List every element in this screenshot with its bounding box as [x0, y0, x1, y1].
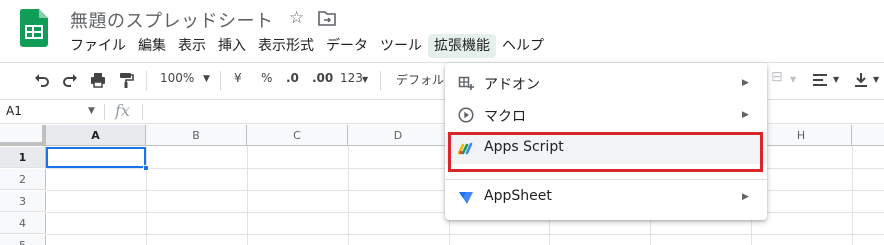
column-header-a[interactable]: A [46, 125, 146, 146]
add-on-icon [458, 76, 474, 90]
row-header-4[interactable]: 4 [0, 213, 46, 234]
name-box[interactable]: A1 [6, 104, 22, 118]
move-to-folder-icon[interactable] [318, 10, 336, 26]
horizontal-align-arrow-icon[interactable]: ▼ [833, 75, 839, 84]
menu-item-addons[interactable]: アドオン ▶ [445, 67, 767, 99]
zoom-select[interactable]: 100% [160, 71, 194, 85]
menu-item-appsheet-label: AppSheet [484, 188, 552, 204]
row-header-2[interactable]: 2 [0, 169, 46, 190]
column-header-c[interactable]: C [247, 125, 348, 146]
vertical-align-arrow-icon[interactable]: ▼ [873, 75, 879, 84]
vertical-align-icon[interactable] [853, 72, 869, 88]
increase-decimal-button[interactable]: .00 [312, 71, 333, 85]
menu-tools[interactable]: ツール [374, 34, 428, 58]
submenu-arrow-icon: ▶ [742, 110, 749, 120]
column-header-i[interactable] [852, 125, 884, 146]
menu-extensions[interactable]: 拡張機能 [428, 34, 496, 58]
sheets-logo-icon[interactable] [20, 9, 48, 47]
select-all-corner[interactable] [0, 125, 46, 146]
menu-item-addons-label: アドオン [484, 77, 540, 93]
fx-icon: fx [115, 101, 130, 120]
menu-divider [445, 179, 767, 180]
name-box-dropdown-icon[interactable]: ▼ [88, 106, 95, 116]
menu-data[interactable]: データ [320, 34, 374, 58]
merge-arrow-icon[interactable]: ▼ [790, 75, 796, 84]
play-circle-icon [458, 107, 474, 123]
print-icon[interactable] [90, 72, 106, 88]
fill-handle[interactable] [143, 165, 149, 171]
currency-format-button[interactable]: ¥ [234, 71, 242, 85]
more-formats-arrow-icon[interactable]: ▼ [362, 75, 368, 84]
menu-item-macros-label: マクロ [484, 109, 526, 125]
decrease-decimal-button[interactable]: .0 [286, 71, 299, 85]
merge-cells-icon[interactable]: ⊟ [771, 69, 783, 85]
menu-help[interactable]: ヘルプ [496, 34, 550, 58]
submenu-arrow-icon: ▶ [742, 192, 749, 202]
row-header-5[interactable]: 5 [0, 235, 46, 245]
menu-view[interactable]: 表示 [172, 34, 212, 58]
percent-format-button[interactable]: % [261, 71, 272, 85]
redo-icon[interactable] [62, 72, 78, 88]
zoom-dropdown-arrow-icon[interactable]: ▼ [203, 74, 210, 84]
column-header-b[interactable]: B [146, 125, 247, 146]
column-header-d[interactable]: D [348, 125, 449, 146]
selected-cell-a1[interactable] [46, 147, 146, 168]
menu-item-appsheet[interactable]: AppSheet ▶ [445, 181, 767, 213]
submenu-arrow-icon: ▶ [742, 78, 749, 88]
document-title[interactable]: 無題のスプレッドシート [70, 7, 274, 33]
row-header-1[interactable]: 1 [0, 147, 46, 168]
undo-icon[interactable] [34, 72, 50, 88]
paint-format-icon[interactable] [118, 72, 134, 88]
menu-format[interactable]: 表示形式 [252, 34, 320, 58]
menu-item-macros[interactable]: マクロ ▶ [445, 99, 767, 131]
menu-edit[interactable]: 編集 [132, 34, 172, 58]
horizontal-align-icon[interactable] [812, 72, 828, 88]
appsheet-icon [459, 192, 473, 204]
menu-file[interactable]: ファイル [64, 34, 132, 58]
highlight-annotation-box [448, 132, 763, 172]
row-header-3[interactable]: 3 [0, 191, 46, 212]
font-select[interactable]: デフォル [396, 71, 444, 88]
more-formats-button[interactable]: 123 [340, 71, 363, 85]
star-icon[interactable]: ☆ [289, 8, 304, 28]
menu-insert[interactable]: 挿入 [212, 34, 252, 58]
menu-bar: ファイル 編集 表示 挿入 表示形式 データ ツール 拡張機能 ヘルプ [64, 34, 550, 58]
